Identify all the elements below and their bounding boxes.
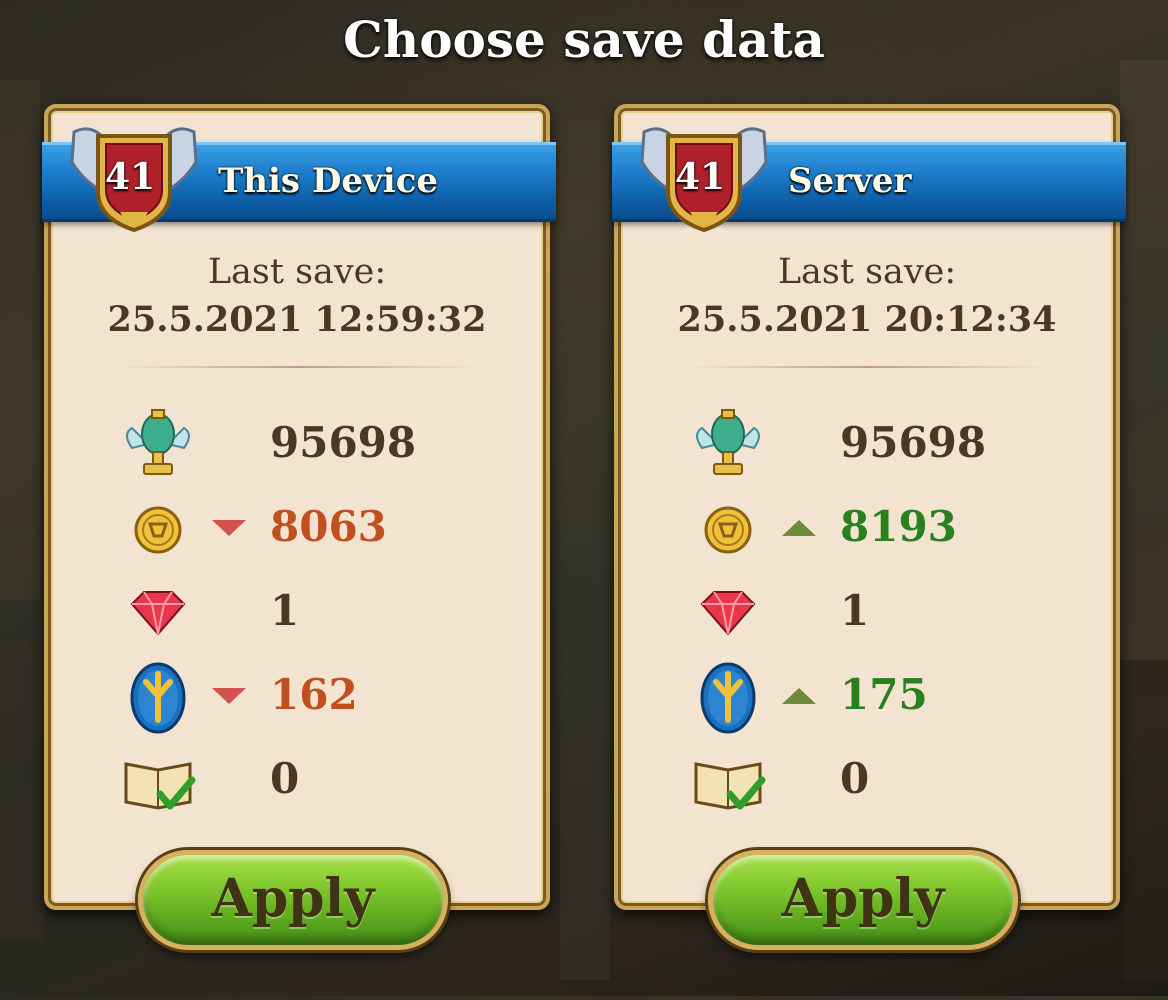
save-source-label: This Device: [218, 161, 439, 201]
stat-value: 1: [270, 586, 300, 635]
quest-book-icon: [118, 740, 198, 820]
apply-device-button[interactable]: Apply: [138, 850, 448, 950]
divider: [118, 366, 478, 368]
stat-row-gems: 1: [618, 572, 1116, 652]
quest-book-icon: [688, 740, 768, 820]
stat-row-trophies: 95698: [48, 404, 546, 484]
ruby-gem-icon: [118, 572, 198, 652]
stat-row-trophies: 95698: [618, 404, 1116, 484]
stat-value: 0: [840, 754, 870, 803]
stat-row-runes: 162: [48, 656, 546, 736]
apply-button-label: Apply: [211, 868, 375, 929]
trophy-icon: [118, 404, 198, 484]
stat-row-gold: 8063: [48, 488, 546, 568]
stat-value: 8063: [270, 502, 387, 551]
rune-stone-icon: [118, 656, 198, 736]
page-title: Choose save data: [343, 10, 825, 69]
stat-row-gems: 1: [48, 572, 546, 652]
stat-row-runes: 175: [618, 656, 1116, 736]
rune-stone-icon: [688, 656, 768, 736]
increase-arrow-icon: [780, 686, 818, 706]
server-save-card: Server 41 Last save: 25.5.2021 20:12:34: [612, 104, 1126, 950]
player-level: 41: [104, 156, 156, 198]
last-save-block: Last save: 25.5.2021 20:12:34: [618, 248, 1116, 344]
last-save-time: 25.5.2021 20:12:34: [677, 299, 1057, 340]
stat-value: 0: [270, 754, 300, 803]
stat-value: 8193: [840, 502, 957, 551]
gold-coin-icon: [118, 488, 198, 568]
stat-value: 95698: [840, 418, 987, 467]
apply-button-label: Apply: [781, 868, 945, 929]
stat-row-gold: 8193: [618, 488, 1116, 568]
trophy-icon: [688, 404, 768, 484]
level-badge: 41: [634, 122, 774, 234]
decrease-arrow-icon: [210, 518, 248, 538]
increase-arrow-icon: [780, 518, 818, 538]
stat-value: 95698: [270, 418, 417, 467]
stat-value: 175: [840, 670, 928, 719]
gold-coin-icon: [688, 488, 768, 568]
player-level: 41: [674, 156, 726, 198]
decrease-arrow-icon: [210, 686, 248, 706]
last-save-block: Last save: 25.5.2021 12:59:32: [48, 248, 546, 344]
level-badge: 41: [64, 122, 204, 234]
stat-value: 1: [840, 586, 870, 635]
ruby-gem-icon: [688, 572, 768, 652]
apply-server-button[interactable]: Apply: [708, 850, 1018, 950]
device-save-card: This Device 41 Last save: 25.5.2021 12:5…: [42, 104, 556, 950]
last-save-label: Last save:: [207, 252, 387, 292]
stat-value: 162: [270, 670, 358, 719]
last-save-time: 25.5.2021 12:59:32: [107, 299, 487, 340]
save-source-label: Server: [788, 161, 912, 201]
divider: [688, 366, 1048, 368]
last-save-label: Last save:: [777, 252, 957, 292]
stat-row-quests: 0: [48, 740, 546, 820]
stat-row-quests: 0: [618, 740, 1116, 820]
